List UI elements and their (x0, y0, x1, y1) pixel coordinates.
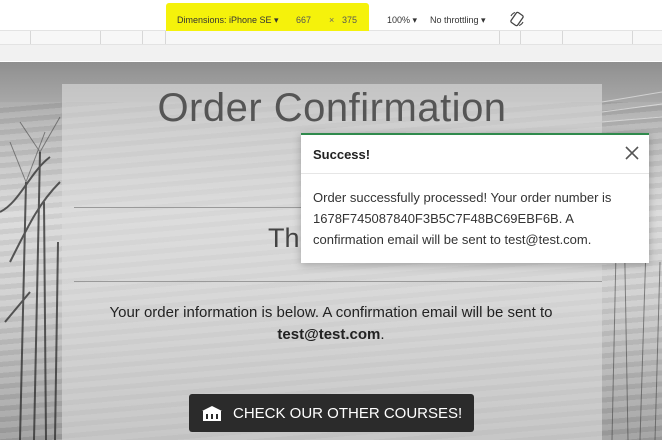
ruler-tick (562, 31, 563, 44)
success-toast: Success! Order successfully processed! Y… (301, 133, 649, 263)
ruler-tick (520, 31, 521, 44)
dimension-separator: × (329, 15, 335, 25)
zoom-select[interactable]: 100% ▾ (387, 15, 417, 26)
ruler-tick (499, 31, 500, 44)
order-info-text: Your order information is below. A confi… (80, 302, 582, 346)
check-courses-label: CHECK OUR OTHER COURSES! (233, 404, 463, 422)
device-select[interactable]: Dimensions: iPhone SE ▾ (177, 15, 279, 26)
page-title: Order Confirmation (157, 86, 507, 130)
thanks-heading: Th (268, 223, 300, 253)
check-courses-button[interactable]: CHECK OUR OTHER COURSES! (189, 394, 474, 432)
throttling-select[interactable]: No throttling ▾ (430, 15, 486, 26)
ruler-bar (0, 45, 662, 61)
devtools-toolbar: Dimensions: iPhone SE ▾ 667 × 375 100% ▾… (0, 0, 662, 62)
toast-title: Success! (313, 147, 371, 162)
width-input[interactable]: 667 (296, 15, 311, 25)
divider (74, 281, 602, 282)
building-icon (202, 406, 222, 421)
close-icon[interactable] (623, 144, 641, 162)
info-period: . (380, 326, 385, 343)
height-input[interactable]: 375 (342, 15, 357, 25)
info-message: Your order information is below. A confi… (109, 304, 553, 321)
toast-message: Order successfully processed! Your order… (313, 190, 612, 247)
ruler-tick (632, 31, 633, 44)
ruler-tick (100, 31, 101, 44)
rotate-icon[interactable] (509, 11, 525, 27)
ruler-tick (165, 31, 166, 44)
info-email: test@test.com (277, 326, 381, 343)
toast-header: Success! (301, 135, 649, 174)
ruler-tick (142, 31, 143, 44)
ruler-tick (30, 31, 31, 44)
